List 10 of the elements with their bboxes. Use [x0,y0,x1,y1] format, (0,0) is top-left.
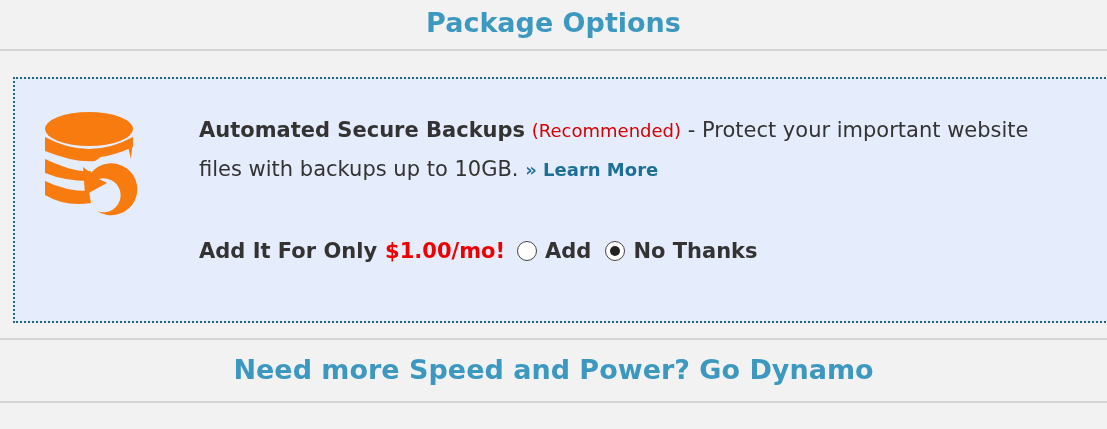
radio-option[interactable]: No Thanks [605,239,758,263]
radio-button[interactable] [605,241,626,261]
section-heading: Package Options [425,6,682,40]
section-heading: Need more Speed and Power? Go Dynamo [232,353,875,387]
price-label: Add It For Only [199,239,378,263]
price: $1.00/mo! [385,239,506,263]
learn-more-link[interactable]: » Learn More [525,159,659,180]
radio-option[interactable]: Add [517,239,592,263]
addon-description: Automated Secure Backups (Recommended) - Protect your important website files with backups up to 10GB. » Learn More [199,117,1030,183]
radio-button[interactable] [517,241,538,261]
